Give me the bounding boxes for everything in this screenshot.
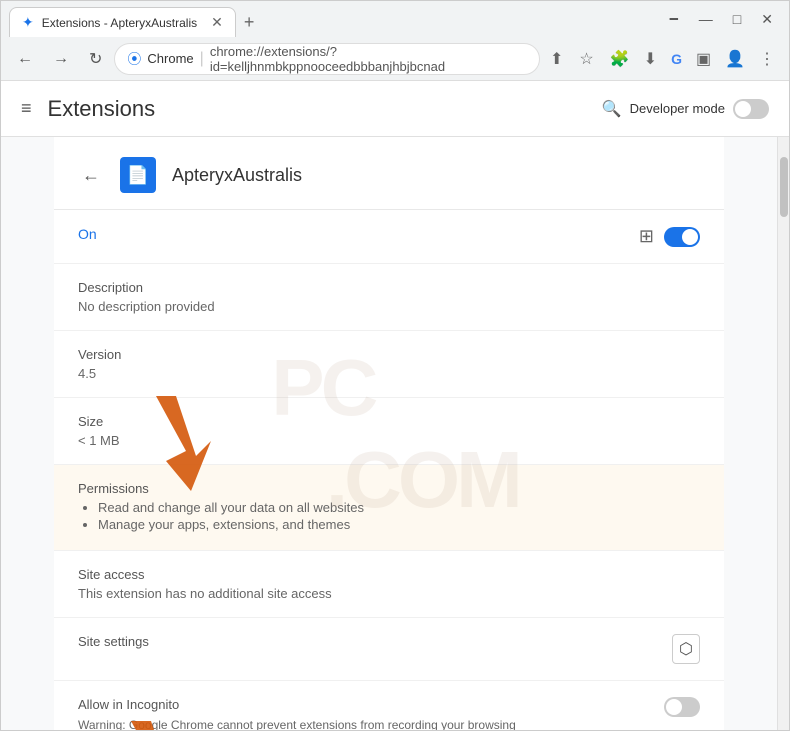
google-account-icon[interactable]: G bbox=[665, 47, 688, 71]
back-button[interactable]: ← bbox=[9, 44, 41, 74]
site-settings-left: Site settings bbox=[78, 634, 672, 653]
size-left: Size < 1 MB bbox=[78, 414, 700, 448]
site-settings-label: Site settings bbox=[78, 634, 672, 649]
site-access-value: This extension has no additional site ac… bbox=[78, 586, 700, 601]
permissions-label: Permissions bbox=[78, 481, 700, 496]
permission-item-1: Read and change all your data on all web… bbox=[98, 500, 700, 515]
tab-favicon: ✦ bbox=[22, 14, 34, 31]
incognito-section: Allow in Incognito Warning: Google Chrom… bbox=[54, 681, 724, 730]
detail-header: ← 📄 ApteryxAustralis bbox=[54, 137, 724, 210]
site-settings-right: ⬡ bbox=[672, 634, 700, 664]
title-bar: ✦ Extensions - ApteryxAustralis ✕ + 🗕 — … bbox=[1, 1, 789, 37]
extension-icon: 📄 bbox=[120, 157, 156, 193]
incognito-label: Allow in Incognito bbox=[78, 697, 664, 712]
version-label: Version bbox=[78, 347, 700, 362]
grid-view-icon[interactable]: ⊞ bbox=[639, 226, 654, 247]
version-value: 4.5 bbox=[78, 366, 700, 381]
main-content: ← 📄 ApteryxAustralis On ⊞ bbox=[1, 137, 789, 730]
close-button[interactable]: ✕ bbox=[753, 7, 781, 32]
incognito-toggle[interactable] bbox=[664, 697, 700, 717]
permissions-section: Permissions Read and change all your dat… bbox=[54, 465, 724, 551]
search-icon[interactable]: 🔍 bbox=[602, 99, 622, 119]
maximize-button[interactable]: □ bbox=[725, 7, 749, 31]
status-on-label: On bbox=[78, 226, 97, 242]
description-value: No description provided bbox=[78, 299, 700, 314]
permission-item-2: Manage your apps, extensions, and themes bbox=[98, 517, 700, 532]
site-access-label: Site access bbox=[78, 567, 700, 582]
content-wrapper: PC .COM ← 📄 ApteryxAustralis bbox=[1, 137, 789, 730]
developer-mode-label: Developer mode bbox=[630, 101, 725, 116]
new-tab-button[interactable]: + bbox=[236, 8, 263, 37]
extension-name: ApteryxAustralis bbox=[172, 165, 302, 186]
refresh-button[interactable]: ↻ bbox=[81, 43, 110, 75]
extensions-header-left: ≡ Extensions bbox=[21, 96, 155, 122]
chrome-menu-icon[interactable]: ⋮ bbox=[753, 45, 781, 73]
site-access-left: Site access This extension has no additi… bbox=[78, 567, 700, 601]
extensions-page-title: Extensions bbox=[48, 96, 156, 122]
status-section: On ⊞ bbox=[54, 210, 724, 264]
download-icon[interactable]: ⬇ bbox=[638, 45, 663, 73]
extension-enable-toggle[interactable] bbox=[664, 227, 700, 247]
external-link-icon[interactable]: ⬡ bbox=[672, 634, 700, 664]
size-section: Size < 1 MB bbox=[54, 398, 724, 465]
extensions-header-right: 🔍 Developer mode bbox=[602, 99, 769, 119]
address-site-label: Chrome bbox=[147, 51, 193, 66]
permissions-list: Read and change all your data on all web… bbox=[78, 500, 700, 532]
forward-button[interactable]: → bbox=[45, 44, 77, 74]
scrollbar-thumb[interactable] bbox=[780, 157, 788, 217]
bookmark-icon[interactable]: ☆ bbox=[573, 45, 599, 73]
address-bar[interactable]: ⦿ Chrome | chrome://extensions/?id=kellj… bbox=[114, 43, 540, 75]
active-tab[interactable]: ✦ Extensions - ApteryxAustralis ✕ bbox=[9, 7, 236, 37]
toolbar-icons: 🧩 ⬇ G ▣ 👤 ⋮ bbox=[604, 45, 781, 73]
address-actions: ⬆ ☆ bbox=[544, 45, 600, 73]
address-security-icon: ⦿ bbox=[127, 49, 141, 69]
navigation-bar: ← → ↻ ⦿ Chrome | chrome://extensions/?id… bbox=[1, 37, 789, 81]
tab-bar: ✦ Extensions - ApteryxAustralis ✕ + bbox=[9, 1, 661, 37]
size-value: < 1 MB bbox=[78, 433, 700, 448]
tab-title: Extensions - ApteryxAustralis bbox=[42, 16, 197, 30]
minimize-button[interactable]: — bbox=[691, 7, 721, 31]
site-settings-section: Site settings ⬡ bbox=[54, 618, 724, 681]
incognito-left: Allow in Incognito Warning: Google Chrom… bbox=[78, 697, 664, 730]
detail-back-button[interactable]: ← bbox=[78, 161, 104, 190]
incognito-right bbox=[664, 697, 700, 717]
tab-close-button[interactable]: ✕ bbox=[211, 14, 223, 31]
status-right: ⊞ bbox=[639, 226, 700, 247]
description-label: Description bbox=[78, 280, 700, 295]
extensions-page-header: ≡ Extensions 🔍 Developer mode bbox=[1, 81, 789, 137]
chevron-down-icon[interactable]: 🗕 bbox=[661, 3, 687, 35]
description-section: Description No description provided bbox=[54, 264, 724, 331]
share-icon[interactable]: ⬆ bbox=[544, 45, 569, 73]
window-controls: 🗕 — □ ✕ bbox=[661, 3, 781, 35]
version-left: Version 4.5 bbox=[78, 347, 700, 381]
site-access-section: Site access This extension has no additi… bbox=[54, 551, 724, 618]
scrollbar-track[interactable] bbox=[777, 137, 789, 730]
content-area: ← 📄 ApteryxAustralis On ⊞ bbox=[1, 137, 777, 730]
sidebar-menu-icon[interactable]: ≡ bbox=[21, 98, 32, 119]
extension-icon-glyph: 📄 bbox=[127, 165, 149, 186]
description-left: Description No description provided bbox=[78, 280, 700, 314]
status-left: On bbox=[78, 226, 639, 244]
extensions-icon[interactable]: 🧩 bbox=[604, 45, 636, 73]
incognito-warning-text: Warning: Google Chrome cannot prevent ex… bbox=[78, 716, 538, 730]
permissions-left: Permissions Read and change all your dat… bbox=[78, 481, 700, 534]
extension-detail-panel: ← 📄 ApteryxAustralis On ⊞ bbox=[54, 137, 724, 730]
version-section: Version 4.5 bbox=[54, 331, 724, 398]
window-switch-icon[interactable]: ▣ bbox=[690, 45, 717, 73]
profile-icon[interactable]: 👤 bbox=[719, 45, 751, 73]
developer-mode-toggle[interactable] bbox=[733, 99, 769, 119]
size-label: Size bbox=[78, 414, 700, 429]
address-url-text: chrome://extensions/?id=kelljhnmbkppnooc… bbox=[210, 44, 527, 74]
